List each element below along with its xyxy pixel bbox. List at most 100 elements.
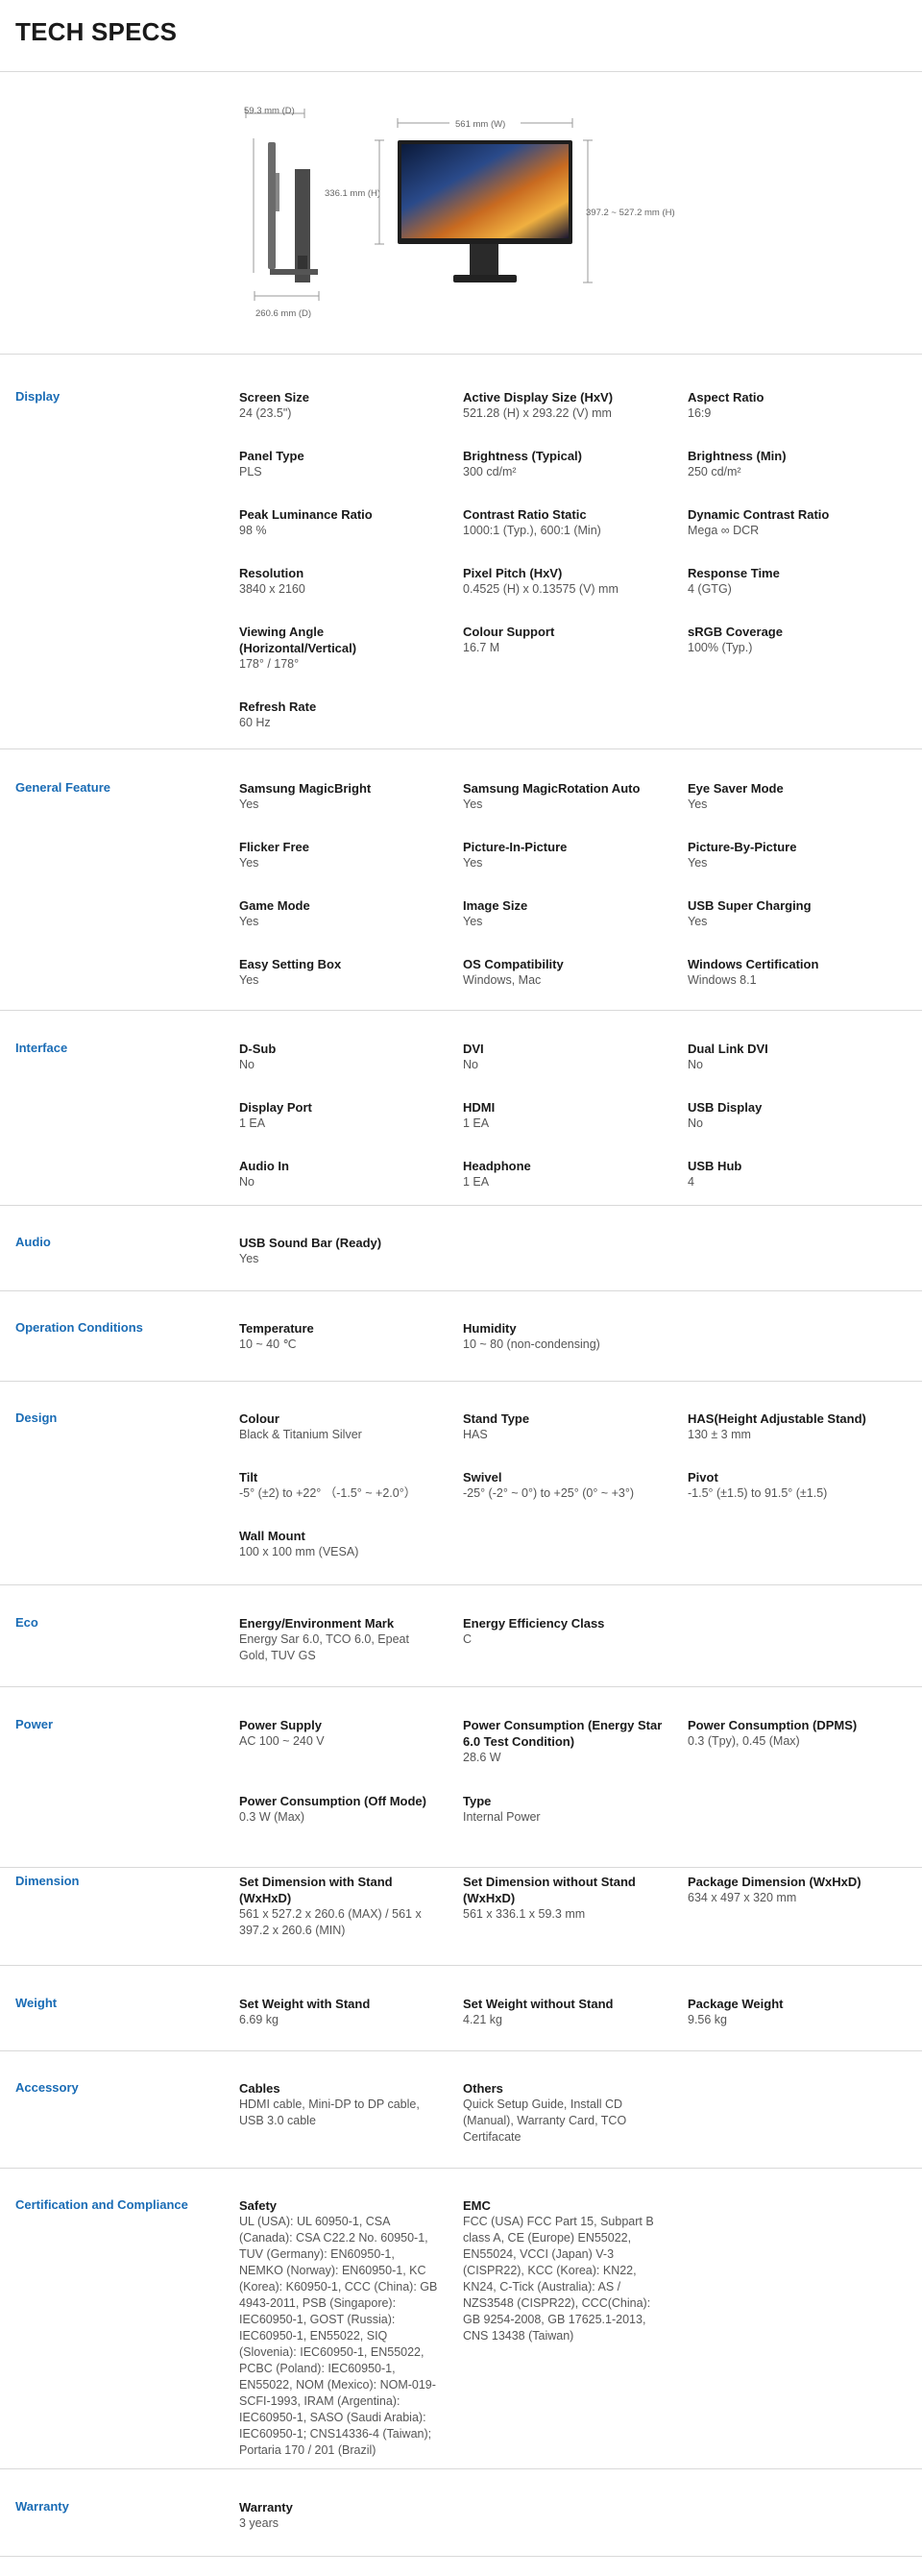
spec-label: HDMI bbox=[463, 1100, 496, 1115]
spec-value: 561 x 336.1 x 59.3 mm bbox=[463, 1907, 586, 1921]
spec-value: Yes bbox=[688, 856, 708, 870]
section-label: Warranty bbox=[15, 2499, 69, 2514]
spec-value: No bbox=[688, 1116, 703, 1130]
spec-item: Humidity 10 ~ 80 (non-condensing) bbox=[463, 1320, 665, 1353]
spec-label: Pivot bbox=[688, 1470, 718, 1484]
divider bbox=[0, 1686, 922, 1687]
spec-value: 100 x 100 mm (VESA) bbox=[239, 1545, 359, 1558]
spec-label: Easy Setting Box bbox=[239, 957, 342, 971]
spec-label: USB Display bbox=[688, 1100, 763, 1115]
page-title: TECH SPECS bbox=[15, 17, 178, 46]
spec-label: Power Supply bbox=[239, 1718, 322, 1732]
spec-label: Picture-By-Picture bbox=[688, 840, 797, 854]
divider bbox=[0, 1290, 922, 1291]
spec-value: Yes bbox=[239, 797, 259, 811]
dim-width-top: 561 mm (W) bbox=[455, 119, 505, 130]
spec-item: Samsung MagicRotation Auto Yes bbox=[463, 780, 665, 813]
spec-label: Swivel bbox=[463, 1470, 502, 1484]
spec-label: Power Consumption (Energy Star 6.0 Test … bbox=[463, 1718, 663, 1749]
spec-value: UL (USA): UL 60950-1, CSA (Canada): CSA … bbox=[239, 2215, 438, 2457]
spec-item: USB Super Charging Yes bbox=[688, 897, 889, 930]
spec-item: Package Weight 9.56 kg bbox=[688, 1996, 889, 2028]
spec-value: 521.28 (H) x 293.22 (V) mm bbox=[463, 406, 612, 420]
divider bbox=[0, 2556, 922, 2557]
spec-item: Screen Size 24 (23.5") bbox=[239, 389, 441, 422]
spec-value: Yes bbox=[239, 973, 259, 987]
spec-value: No bbox=[239, 1175, 255, 1189]
spec-value: No bbox=[688, 1058, 703, 1071]
spec-label: Pixel Pitch (HxV) bbox=[463, 566, 563, 580]
spec-label: Others bbox=[463, 2081, 503, 2096]
spec-value: Internal Power bbox=[463, 1810, 541, 1824]
spec-value: AC 100 ~ 240 V bbox=[239, 1734, 325, 1748]
spec-item: USB Sound Bar (Ready) Yes bbox=[239, 1235, 441, 1267]
spec-item: Wall Mount 100 x 100 mm (VESA) bbox=[239, 1528, 441, 1560]
spec-label: Refresh Rate bbox=[239, 699, 317, 714]
spec-item: Resolution 3840 x 2160 bbox=[239, 565, 441, 598]
divider bbox=[0, 2168, 922, 2169]
spec-label: Energy Efficiency Class bbox=[463, 1616, 605, 1631]
spec-value: -1.5° (±1.5) to 91.5° (±1.5) bbox=[688, 1486, 828, 1500]
divider bbox=[0, 1965, 922, 1966]
spec-label: Flicker Free bbox=[239, 840, 309, 854]
section-label: Eco bbox=[15, 1615, 38, 1630]
spec-item: Pivot -1.5° (±1.5) to 91.5° (±1.5) bbox=[688, 1469, 889, 1502]
spec-item: Audio In No bbox=[239, 1158, 441, 1190]
spec-item: USB Hub 4 bbox=[688, 1158, 889, 1190]
spec-label: Audio In bbox=[239, 1159, 289, 1173]
spec-value: 0.3 (Tpy), 0.45 (Max) bbox=[688, 1734, 800, 1748]
section-label: Audio bbox=[15, 1235, 51, 1249]
spec-label: Dynamic Contrast Ratio bbox=[688, 507, 830, 522]
divider bbox=[0, 748, 922, 749]
spec-label: Response Time bbox=[688, 566, 780, 580]
spec-item: Power Supply AC 100 ~ 240 V bbox=[239, 1717, 441, 1750]
spec-label: Cables bbox=[239, 2081, 280, 2096]
spec-label: Package Dimension (WxHxD) bbox=[688, 1875, 861, 1889]
spec-value: Windows 8.1 bbox=[688, 973, 757, 987]
spec-value: 1 EA bbox=[463, 1116, 490, 1130]
spec-label: Brightness (Typical) bbox=[463, 449, 583, 463]
spec-label: Peak Luminance Ratio bbox=[239, 507, 373, 522]
spec-value: 98 % bbox=[239, 524, 267, 537]
spec-label: Power Consumption (DPMS) bbox=[688, 1718, 858, 1732]
spec-item: Viewing Angle (Horizontal/Vertical) 178° … bbox=[239, 624, 441, 673]
spec-label: DVI bbox=[463, 1042, 484, 1056]
divider bbox=[0, 1381, 922, 1382]
spec-value: 130 ± 3 mm bbox=[688, 1428, 751, 1441]
spec-item: Package Dimension (WxHxD) 634 x 497 x 320… bbox=[688, 1874, 889, 1906]
spec-item: Others Quick Setup Guide, Install CD (Man… bbox=[463, 2080, 665, 2146]
spec-value: Yes bbox=[239, 856, 259, 870]
spec-item: Display Port 1 EA bbox=[239, 1099, 441, 1132]
spec-value: Energy Sar 6.0, TCO 6.0, Epeat Gold, TUV… bbox=[239, 1632, 409, 1662]
spec-label: Brightness (Min) bbox=[688, 449, 787, 463]
spec-label: D-Sub bbox=[239, 1042, 277, 1056]
spec-item: Brightness (Typical) 300 cd/m² bbox=[463, 448, 665, 480]
spec-item: Set Dimension without Stand (WxHxD) 561 x… bbox=[463, 1874, 665, 1923]
spec-item: HAS(Height Adjustable Stand) 130 ± 3 mm bbox=[688, 1411, 889, 1443]
spec-label: Game Mode bbox=[239, 898, 310, 913]
spec-label: Colour Support bbox=[463, 625, 555, 639]
spec-value: 6.69 kg bbox=[239, 2013, 279, 2026]
spec-label: Set Dimension with Stand (WxHxD) bbox=[239, 1875, 393, 1905]
front-view-monitor bbox=[398, 140, 572, 282]
spec-label: Set Weight with Stand bbox=[239, 1997, 371, 2011]
spec-value: 28.6 W bbox=[463, 1751, 501, 1764]
spec-value: No bbox=[239, 1058, 255, 1071]
spec-label: Temperature bbox=[239, 1321, 314, 1336]
spec-label: Image Size bbox=[463, 898, 528, 913]
spec-value: Yes bbox=[688, 915, 708, 928]
spec-value: Quick Setup Guide, Install CD (Manual), … bbox=[463, 2098, 627, 2144]
spec-value: HDMI cable, Mini-DP to DP cable, USB 3.0… bbox=[239, 2098, 420, 2127]
spec-item: Temperature 10 ~ 40 ℃ bbox=[239, 1320, 441, 1353]
spec-item: Contrast Ratio Static 1000:1 (Typ.), 600:… bbox=[463, 506, 665, 539]
spec-value: 4.21 kg bbox=[463, 2013, 503, 2026]
spec-value: 300 cd/m² bbox=[463, 465, 517, 478]
spec-item: Samsung MagicBright Yes bbox=[239, 780, 441, 813]
spec-item: Easy Setting Box Yes bbox=[239, 956, 441, 989]
spec-item: OS Compatibility Windows, Mac bbox=[463, 956, 665, 989]
spec-value: 1 EA bbox=[463, 1175, 490, 1189]
spec-item: sRGB Coverage 100% (Typ.) bbox=[688, 624, 889, 656]
dim-height-range: 397.2 ~ 527.2 mm (H) bbox=[586, 208, 675, 218]
spec-label: EMC bbox=[463, 2198, 491, 2213]
spec-item: Colour Black & Titanium Silver bbox=[239, 1411, 441, 1443]
